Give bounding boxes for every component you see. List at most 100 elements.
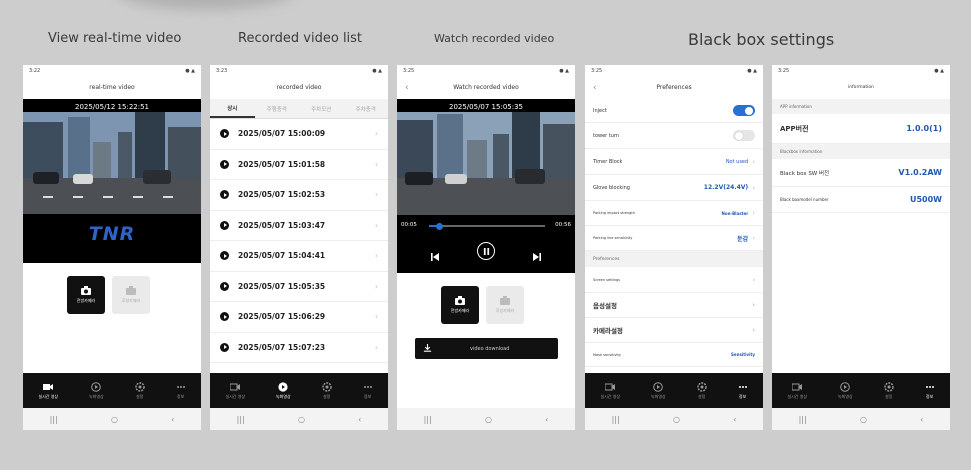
- setting-screen[interactable]: Screen settings ›: [585, 267, 763, 293]
- nav-realtime[interactable]: 실시간 영상: [600, 382, 620, 400]
- list-item[interactable]: 2025/05/07 15:03:47 ›: [210, 211, 388, 241]
- status-bar: 3:22 ● ▲: [23, 65, 201, 76]
- front-camera-button[interactable]: 전방카메라: [441, 286, 479, 324]
- nav-recorded[interactable]: 녹화영상: [651, 381, 666, 400]
- chevron-right-icon: ›: [375, 190, 378, 200]
- tab-always[interactable]: 상시: [210, 99, 255, 118]
- inject-toggle[interactable]: [733, 105, 755, 116]
- chevron-right-icon: ›: [375, 312, 378, 322]
- screen-title: real-time video: [23, 76, 201, 99]
- home-icon[interactable]: ○: [298, 415, 305, 424]
- recents-icon[interactable]: |||: [612, 415, 620, 424]
- nav-settings-label: 설정: [884, 393, 893, 399]
- recents-icon[interactable]: |||: [799, 415, 807, 424]
- list-item[interactable]: 2025/05/07 15:01:58 ›: [210, 150, 388, 180]
- back-icon[interactable]: ‹: [733, 415, 736, 424]
- nav-settings[interactable]: 설정: [696, 381, 707, 400]
- tower-turn-toggle[interactable]: [733, 130, 755, 141]
- setting-parking-impact[interactable]: Parking impact strength Non-Blaster ›: [585, 201, 763, 226]
- list-item[interactable]: 2025/05/07 15:04:41 ›: [210, 241, 388, 272]
- back-icon[interactable]: ‹: [545, 415, 548, 424]
- next-button[interactable]: [532, 247, 542, 261]
- back-icon[interactable]: ‹: [358, 415, 361, 424]
- rear-camera-button[interactable]: 후방카메라: [486, 286, 524, 324]
- nav-settings[interactable]: 설정: [883, 381, 894, 400]
- play-circle-icon: [840, 381, 851, 392]
- playback-video[interactable]: 2025/05/07 15:05:35 00:05 00:56: [397, 99, 575, 273]
- list-item[interactable]: 2025/05/07 15:07:23 ›: [210, 333, 388, 363]
- status-bar: 3:25 ● ▲: [397, 65, 575, 76]
- home-icon[interactable]: ○: [673, 415, 680, 424]
- live-video[interactable]: 2025/05/12 15:22:51 TNR: [23, 99, 201, 263]
- chevron-right-icon: ›: [375, 342, 378, 352]
- seek-bar[interactable]: [429, 222, 545, 230]
- video-download-button[interactable]: video download: [415, 338, 558, 359]
- setting-timer-block[interactable]: Timer Block Not used ›: [585, 149, 763, 175]
- nav-settings[interactable]: 설정: [134, 381, 145, 400]
- nav-realtime[interactable]: 실시간 영상: [225, 382, 245, 400]
- recording-type-tabs: 상시 주행충격 주차모션 주차충격: [210, 99, 388, 119]
- screen-title: ‹ Watch recorded video: [397, 76, 575, 99]
- chevron-right-icon: ›: [752, 157, 755, 166]
- setting-parking-line[interactable]: Parking line sensitivity 둔감 ›: [585, 226, 763, 251]
- recents-icon[interactable]: |||: [237, 415, 245, 424]
- status-icons: ● ▲: [372, 67, 382, 74]
- recording-time: 2025/05/07 15:06:29: [238, 312, 326, 322]
- nav-realtime-label: 실시간 영상: [225, 393, 246, 399]
- back-icon[interactable]: ‹: [171, 415, 174, 424]
- setting-camera[interactable]: 카메라설정 ›: [585, 318, 763, 343]
- setting-mask-sensitivity[interactable]: Mask sensitivity Sensitivity: [585, 343, 763, 367]
- gear-icon: [696, 381, 707, 392]
- seek-bar-handle[interactable]: [435, 222, 443, 230]
- info-bb-sw-label: Black box SW 버전: [780, 170, 830, 177]
- nav-settings[interactable]: 설정: [321, 381, 332, 400]
- brand-logo: TNR: [88, 223, 136, 245]
- setting-glove-blocking[interactable]: Glove blocking 12.2V(24.4V) ›: [585, 175, 763, 201]
- status-icons: ● ▲: [934, 67, 944, 74]
- system-nav: ||| ○ ‹: [397, 408, 575, 430]
- list-item[interactable]: 2025/05/07 15:00:09 ›: [210, 119, 388, 150]
- tab-parking-impact[interactable]: 주차충격: [344, 99, 389, 118]
- tab-driving-impact[interactable]: 주행충격: [255, 99, 300, 118]
- recents-icon[interactable]: |||: [50, 415, 58, 424]
- nav-realtime-label: 실시간 영상: [38, 393, 59, 399]
- back-arrow-icon[interactable]: ‹: [405, 83, 409, 93]
- front-camera-button[interactable]: 전방카메라: [67, 276, 105, 314]
- info-bb-sw-value: V1.0.2AW: [898, 168, 942, 177]
- home-icon[interactable]: ○: [111, 415, 118, 424]
- nav-realtime[interactable]: 실시간 영상: [38, 382, 58, 400]
- nav-info[interactable]: 정보: [176, 382, 186, 400]
- showcase-stage: View real-time video Recorded video list…: [0, 0, 971, 470]
- setting-voice[interactable]: 음성설정 ›: [585, 293, 763, 318]
- recents-icon[interactable]: |||: [424, 415, 432, 424]
- video-camera-icon: [605, 383, 616, 390]
- list-item[interactable]: 2025/05/07 15:06:29 ›: [210, 302, 388, 333]
- nav-info[interactable]: 정보: [363, 382, 373, 400]
- nav-info[interactable]: 정보: [925, 382, 935, 400]
- nav-recorded[interactable]: 녹화영상: [276, 381, 291, 400]
- rear-camera-button[interactable]: 후방카메라: [112, 276, 150, 314]
- nav-realtime[interactable]: 실시간 영상: [787, 382, 807, 400]
- more-dots-icon: [738, 385, 747, 388]
- prev-button[interactable]: [430, 247, 440, 261]
- list-item[interactable]: 2025/05/07 15:02:53 ›: [210, 180, 388, 211]
- nav-recorded-label: 녹화영상: [838, 393, 853, 399]
- camera-icon: [81, 286, 91, 295]
- pause-button[interactable]: [477, 242, 495, 260]
- tab-parking-motion[interactable]: 주차모션: [299, 99, 344, 118]
- nav-recorded[interactable]: 녹화영상: [838, 381, 853, 400]
- play-icon: [220, 159, 229, 169]
- phone-recorded-list: 3:23 ● ▲ recorded video 상시 주행충격 주차모션 주차충…: [210, 65, 388, 430]
- home-icon[interactable]: ○: [860, 415, 867, 424]
- back-icon[interactable]: ‹: [920, 415, 923, 424]
- nav-recorded[interactable]: 녹화영상: [89, 381, 104, 400]
- bottom-nav: 실시간 영상 녹화영상 설정 정보: [210, 373, 388, 408]
- nav-info[interactable]: 정보: [738, 382, 748, 400]
- status-icons: ● ▲: [185, 67, 195, 74]
- nav-recorded-label: 녹화영상: [651, 393, 666, 399]
- home-icon[interactable]: ○: [485, 415, 492, 424]
- back-arrow-icon[interactable]: ‹: [593, 83, 597, 93]
- list-item[interactable]: 2025/05/07 15:05:35 ›: [210, 272, 388, 302]
- nav-realtime-label: 실시간 영상: [600, 393, 621, 399]
- screen-title-text: recorded video: [276, 84, 322, 91]
